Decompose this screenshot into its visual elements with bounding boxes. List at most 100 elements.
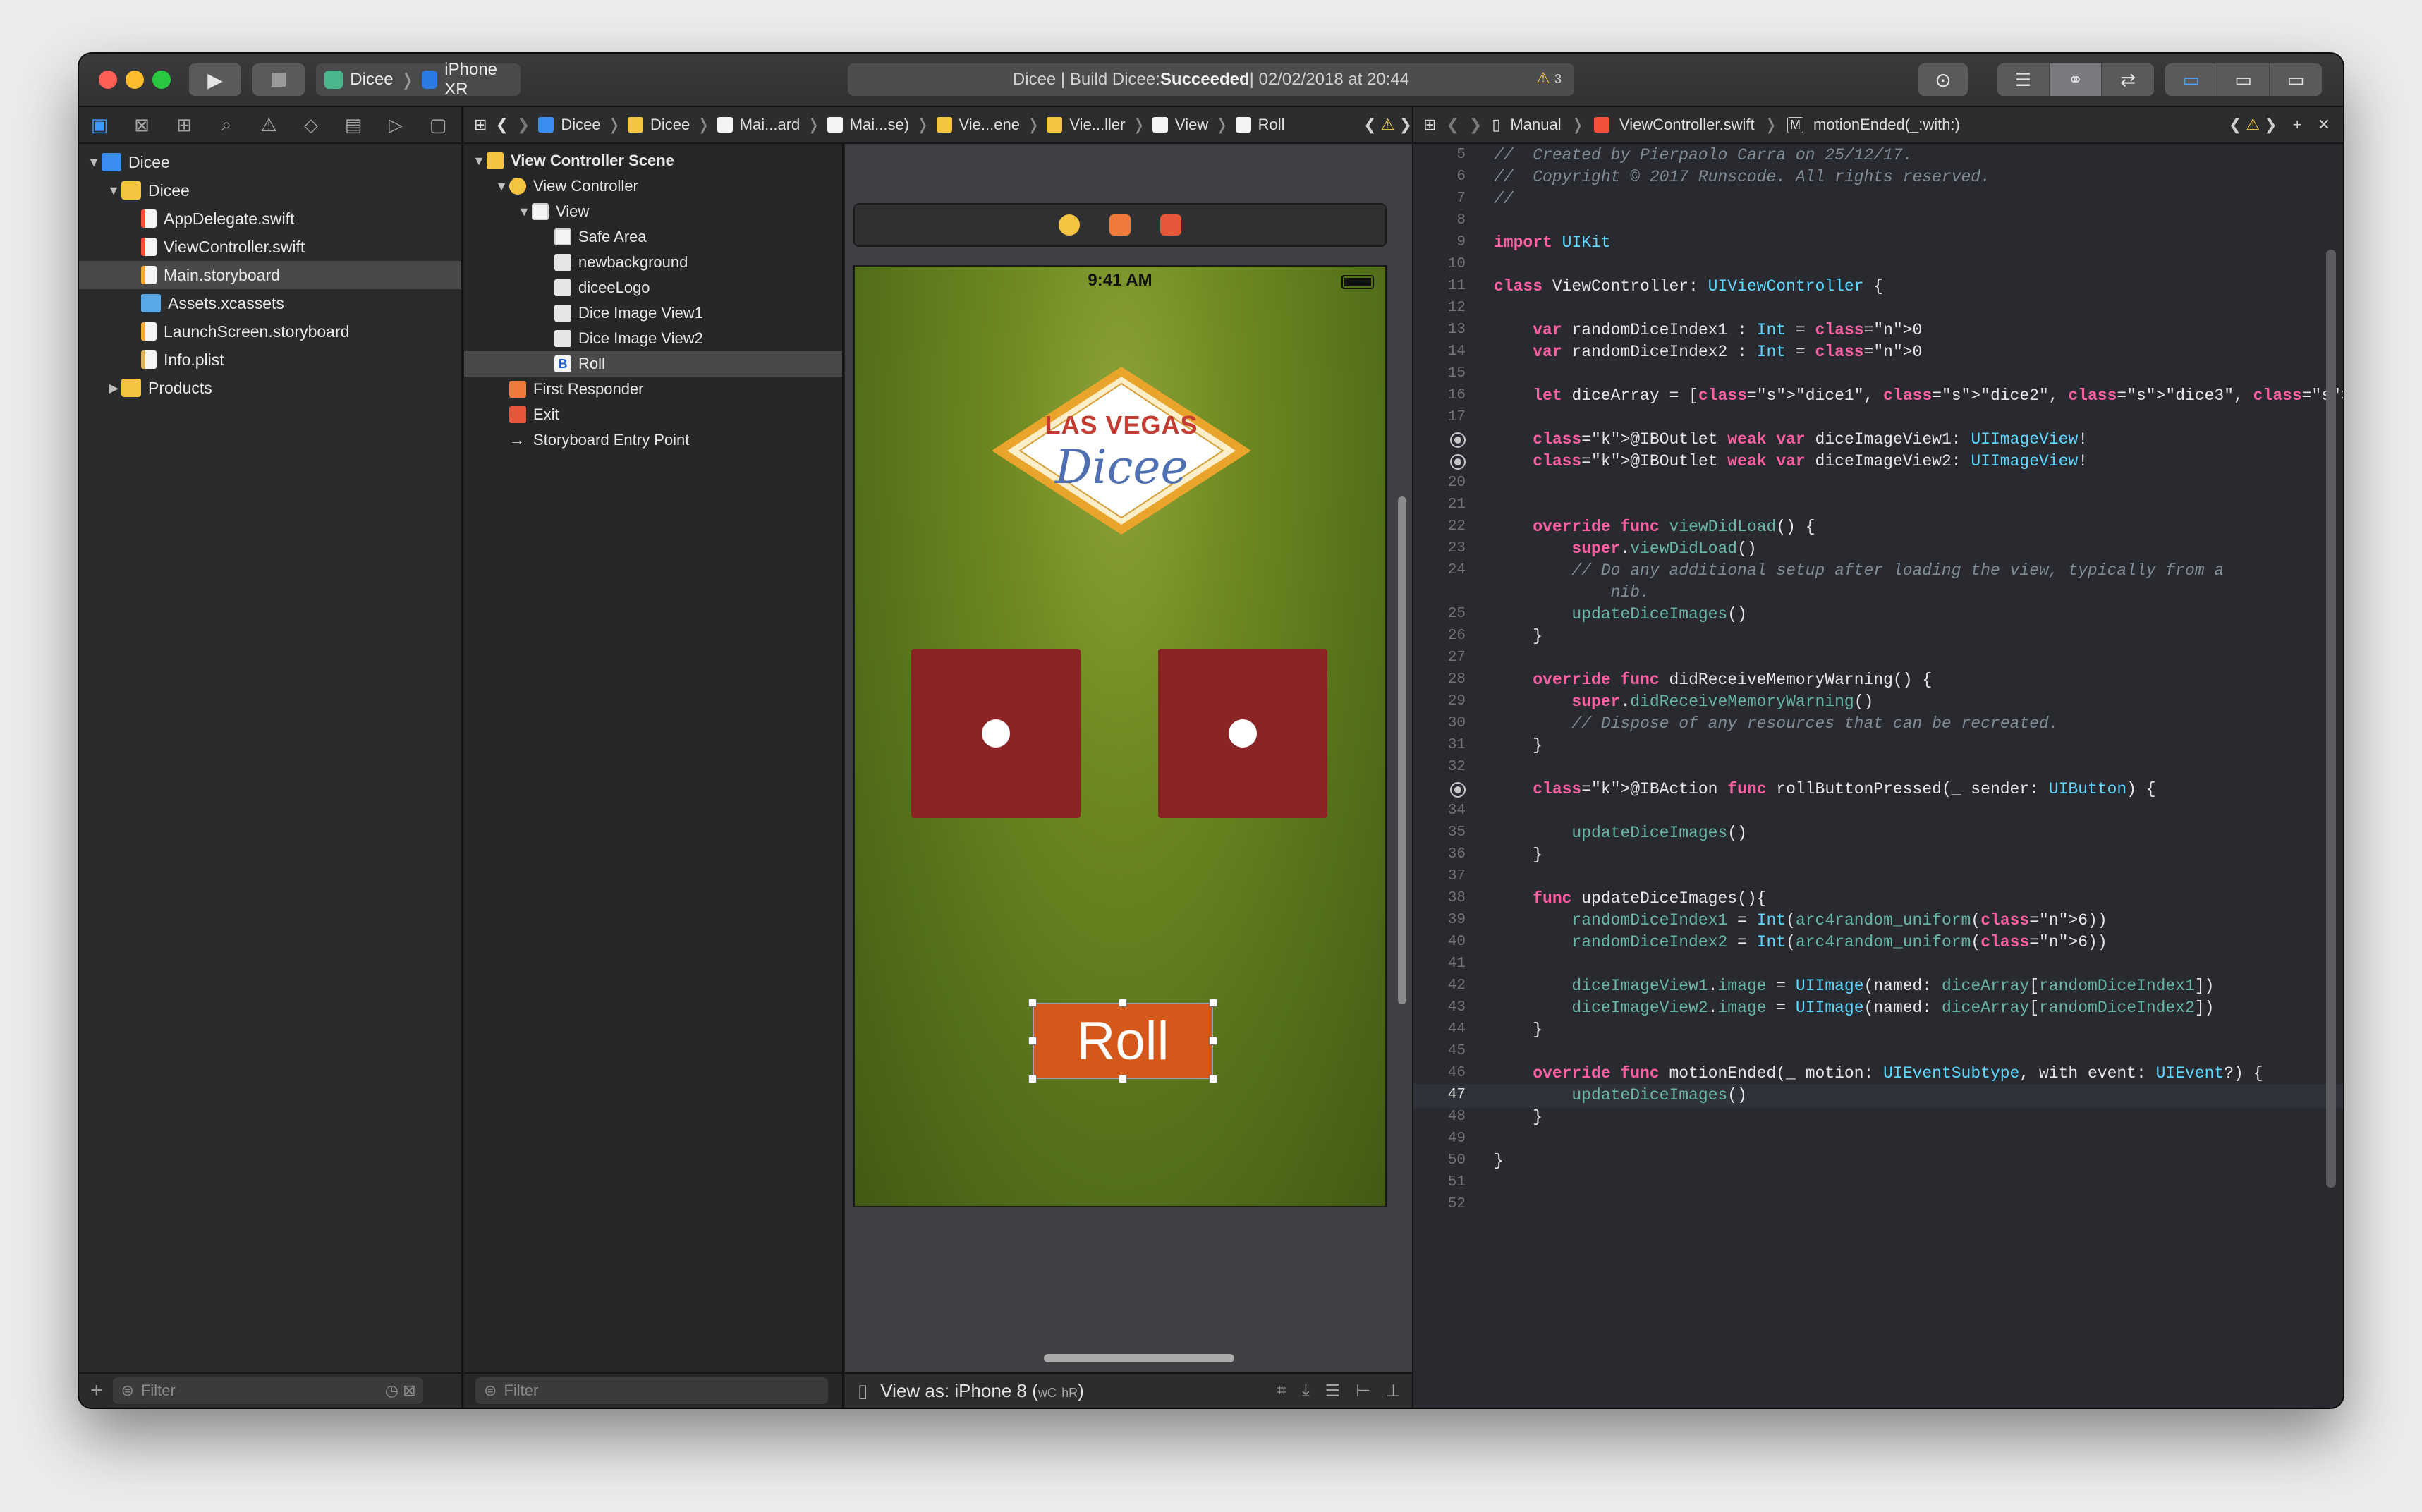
outline-item[interactable]: ▼ View xyxy=(464,199,842,224)
dicee-logo[interactable]: LAS VEGAS Dicee xyxy=(987,362,1255,539)
breadcrumb-item[interactable]: View xyxy=(1175,116,1208,134)
code-line[interactable]: 32 xyxy=(1413,756,2343,780)
close-window-button[interactable] xyxy=(99,71,117,89)
issue-nav-icon[interactable]: ❮ ⚠ ❯ xyxy=(1363,116,1412,134)
navigator-item[interactable]: Assets.xcassets xyxy=(79,289,461,317)
roll-button[interactable]: Roll xyxy=(1033,1003,1213,1079)
outlet-connection-icon[interactable] xyxy=(1450,782,1466,798)
code-line[interactable]: 35 updateDiceImages() xyxy=(1413,822,2343,846)
code-line[interactable]: 36 } xyxy=(1413,843,2343,867)
report-icon[interactable]: ▢ xyxy=(426,114,450,136)
folder-icon[interactable]: ▣ xyxy=(87,114,111,136)
code-line[interactable]: 10 xyxy=(1413,253,2343,277)
warning-badge[interactable]: ⚠ 3 xyxy=(1536,69,1562,87)
outline-item[interactable]: → Storyboard Entry Point xyxy=(464,427,842,453)
navigator-filter-field[interactable]: ⊜ Filter ◷ ⊠ xyxy=(112,1377,423,1404)
code-line[interactable]: 40 randomDiceIndex2 = Int(arc4random_uni… xyxy=(1413,931,2343,955)
recent-files-icon[interactable]: ◷ ⊠ xyxy=(385,1382,423,1400)
code-line[interactable]: 46 override func motionEnded(_ motion: U… xyxy=(1413,1062,2343,1086)
issue-nav-icon[interactable]: ❮ ⚠ ❯ xyxy=(2229,116,2277,134)
code-line[interactable]: 5 // Created by Pierpaolo Carra on 25/12/… xyxy=(1413,144,2343,168)
stop-button[interactable] xyxy=(252,63,305,96)
code-line[interactable]: 45 xyxy=(1413,1040,2343,1064)
code-line[interactable]: 9 import UIKit xyxy=(1413,231,2343,255)
navigator-item[interactable]: Main.storyboard xyxy=(79,261,461,289)
navigator-item[interactable]: Info.plist xyxy=(79,346,461,374)
outline-item[interactable]: Dice Image View1 xyxy=(464,300,842,326)
outline-item[interactable]: First Responder xyxy=(464,377,842,402)
navigator-item[interactable]: LaunchScreen.storyboard xyxy=(79,317,461,346)
editor-mode[interactable]: Manual xyxy=(1510,116,1561,134)
code-line[interactable]: 50} xyxy=(1413,1150,2343,1173)
library-button[interactable]: ⊙ xyxy=(1918,63,1968,96)
resize-handle[interactable] xyxy=(1028,1037,1037,1045)
breadcrumb-item[interactable]: Roll xyxy=(1258,116,1285,134)
add-editor-icon[interactable]: + xyxy=(2293,116,2302,134)
forward-icon[interactable]: ❯ xyxy=(517,116,530,134)
outlet-connection-icon[interactable] xyxy=(1450,454,1466,470)
embed-in-icon[interactable]: ⤓ xyxy=(1302,1381,1310,1401)
assistant-editor-icon[interactable]: ⚭ xyxy=(2050,63,2102,96)
inspector-toggle-icon[interactable]: ▭ xyxy=(2270,63,2322,96)
disclosure-closed-icon[interactable]: ▶ xyxy=(106,381,121,396)
disclosure-open-icon[interactable]: ▼ xyxy=(494,179,509,194)
related-items-icon[interactable]: ⊞ xyxy=(474,116,487,134)
align-icon[interactable]: ☰ xyxy=(1325,1381,1341,1401)
outline-item[interactable]: Safe Area xyxy=(464,224,842,250)
breadcrumb-item[interactable]: Dicee xyxy=(650,116,690,134)
code-line[interactable]: 49 xyxy=(1413,1128,2343,1152)
close-icon[interactable]: ✕ xyxy=(2318,116,2330,134)
code-line[interactable]: 11 class ViewController: UIViewController… xyxy=(1413,275,2343,299)
code-line[interactable]: 47 updateDiceImages() xyxy=(1413,1084,2343,1108)
code-line[interactable]: 38 func updateDiceImages(){ xyxy=(1413,887,2343,911)
outline-item[interactable]: diceeLogo xyxy=(464,275,842,300)
code-line[interactable]: 23 super.viewDidLoad() xyxy=(1413,537,2343,561)
code-line[interactable]: 52 xyxy=(1413,1193,2343,1217)
version-editor-icon[interactable]: ⇄ xyxy=(2102,63,2154,96)
navigator-item[interactable]: ▼ Dicee xyxy=(79,176,461,205)
dice-image-view-2[interactable] xyxy=(1158,649,1327,818)
outline-item[interactable]: Exit xyxy=(464,402,842,427)
code-line[interactable]: 39 randomDiceIndex1 = Int(arc4random_uni… xyxy=(1413,909,2343,933)
disclosure-open-icon[interactable]: ▼ xyxy=(106,183,121,198)
resize-handle[interactable] xyxy=(1028,999,1037,1007)
outline-toggle-icon[interactable]: ▯ xyxy=(858,1380,868,1402)
update-frames-icon[interactable]: ⌗ xyxy=(1277,1381,1287,1401)
code-line[interactable]: 19 class="k">@IBOutlet weak var diceImag… xyxy=(1413,450,2343,474)
find-icon[interactable]: ⌕ xyxy=(214,114,238,136)
code-line[interactable]: 20 xyxy=(1413,472,2343,496)
back-icon[interactable]: ❮ xyxy=(495,116,508,134)
code-line[interactable]: 8 xyxy=(1413,209,2343,233)
disclosure-open-icon[interactable]: ▼ xyxy=(471,154,487,169)
code-line[interactable]: 14 var randomDiceIndex2 : Int = class="n… xyxy=(1413,341,2343,365)
add-constraints-icon[interactable]: ⊢ xyxy=(1356,1381,1370,1401)
resize-handle[interactable] xyxy=(1119,1075,1127,1083)
navigator-item[interactable]: ViewController.swift xyxy=(79,233,461,261)
outline-item[interactable]: ▼ View Controller xyxy=(464,173,842,199)
zoom-window-button[interactable] xyxy=(152,71,171,89)
storyboard-canvas[interactable]: 9:41 AM LAS VEGAS Dicee Roll ▯ View as: … xyxy=(845,144,1412,1408)
navigator-item[interactable]: AppDelegate.swift xyxy=(79,205,461,233)
disclosure-open-icon[interactable]: ▼ xyxy=(86,155,102,170)
minimize-window-button[interactable] xyxy=(126,71,144,89)
run-button[interactable]: ▶ xyxy=(189,63,241,96)
navigator-item[interactable]: ▶ Products xyxy=(79,374,461,402)
resize-handle[interactable] xyxy=(1119,999,1127,1007)
forward-icon[interactable]: ❯ xyxy=(1469,116,1482,134)
source-editor[interactable]: 5 // Created by Pierpaolo Carra on 25/12/… xyxy=(1413,144,2343,1408)
resolve-issues-icon[interactable]: ⊥ xyxy=(1386,1381,1401,1401)
code-line[interactable]: 15 xyxy=(1413,362,2343,386)
editor-mode-control[interactable]: ☰ ⚭ ⇄ xyxy=(1997,63,2154,96)
code-line[interactable]: 18 class="k">@IBOutlet weak var diceImag… xyxy=(1413,428,2343,452)
outline-item[interactable]: ▼ View Controller Scene xyxy=(464,148,842,173)
code-line[interactable]: 34 xyxy=(1413,800,2343,824)
iphone-scene[interactable]: 9:41 AM LAS VEGAS Dicee Roll xyxy=(853,265,1387,1207)
debug-icon[interactable]: ▤ xyxy=(341,114,365,136)
breakpoint-icon[interactable]: ▷ xyxy=(384,114,408,136)
code-line[interactable]: 24 // Do any additional setup after load… xyxy=(1413,559,2343,583)
code-line[interactable]: 22 override func viewDidLoad() { xyxy=(1413,516,2343,539)
code-line[interactable]: nib. xyxy=(1413,581,2343,605)
code-line[interactable]: 13 var randomDiceIndex1 : Int = class="n… xyxy=(1413,319,2343,343)
panel-visibility-control[interactable]: ▭ ▭ ▭ xyxy=(2165,63,2322,96)
code-line[interactable]: 37 xyxy=(1413,865,2343,889)
